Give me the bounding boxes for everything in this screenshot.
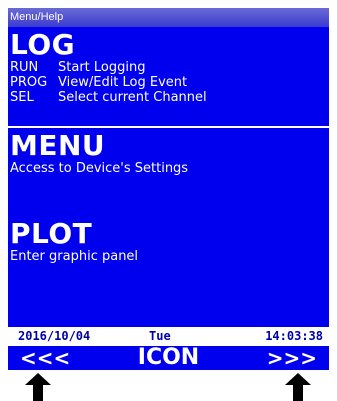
log-row-run: RUN Start Logging [10,60,329,75]
device-screen: Menu/Help LOG RUN Start Logging PROG Vie… [8,8,329,370]
nav-bar: ICON <<< >>> [8,346,329,370]
plot-section[interactable]: PLOT Enter graphic panel [8,216,329,302]
log-title: LOG [10,28,76,61]
log-key: SEL [10,90,34,105]
title-bar: Menu/Help [8,8,329,27]
log-command-list: RUN Start Logging PROG View/Edit Log Eve… [10,60,329,105]
log-row-sel: SEL Select current Channel [10,90,329,105]
time-display: 14:03:38 [265,329,323,343]
log-desc: Start Logging [58,60,146,75]
log-key: RUN [10,60,39,75]
log-section[interactable]: LOG RUN Start Logging PROG View/Edit Log… [8,27,329,127]
menu-title: MENU [10,129,106,162]
log-row-prog: PROG View/Edit Log Event [10,75,329,90]
menu-desc: Access to Device's Settings [10,161,189,176]
log-desc: View/Edit Log Event [58,75,188,90]
day-display: Tue [149,329,171,343]
date-display: 2016/10/04 [18,329,91,343]
plot-title: PLOT [10,217,93,250]
up-arrow-icon [25,373,51,401]
plot-desc: Enter graphic panel [10,249,139,264]
nav-prev-button[interactable]: <<< [20,346,70,370]
status-bar: 2016/10/04 Tue 14:03:38 [8,327,329,346]
menu-section[interactable]: MENU Access to Device's Settings [8,128,329,214]
up-arrow-icon [285,373,311,401]
nav-next-button[interactable]: >>> [267,346,317,370]
log-desc: Select current Channel [58,90,207,105]
log-key: PROG [10,75,48,90]
